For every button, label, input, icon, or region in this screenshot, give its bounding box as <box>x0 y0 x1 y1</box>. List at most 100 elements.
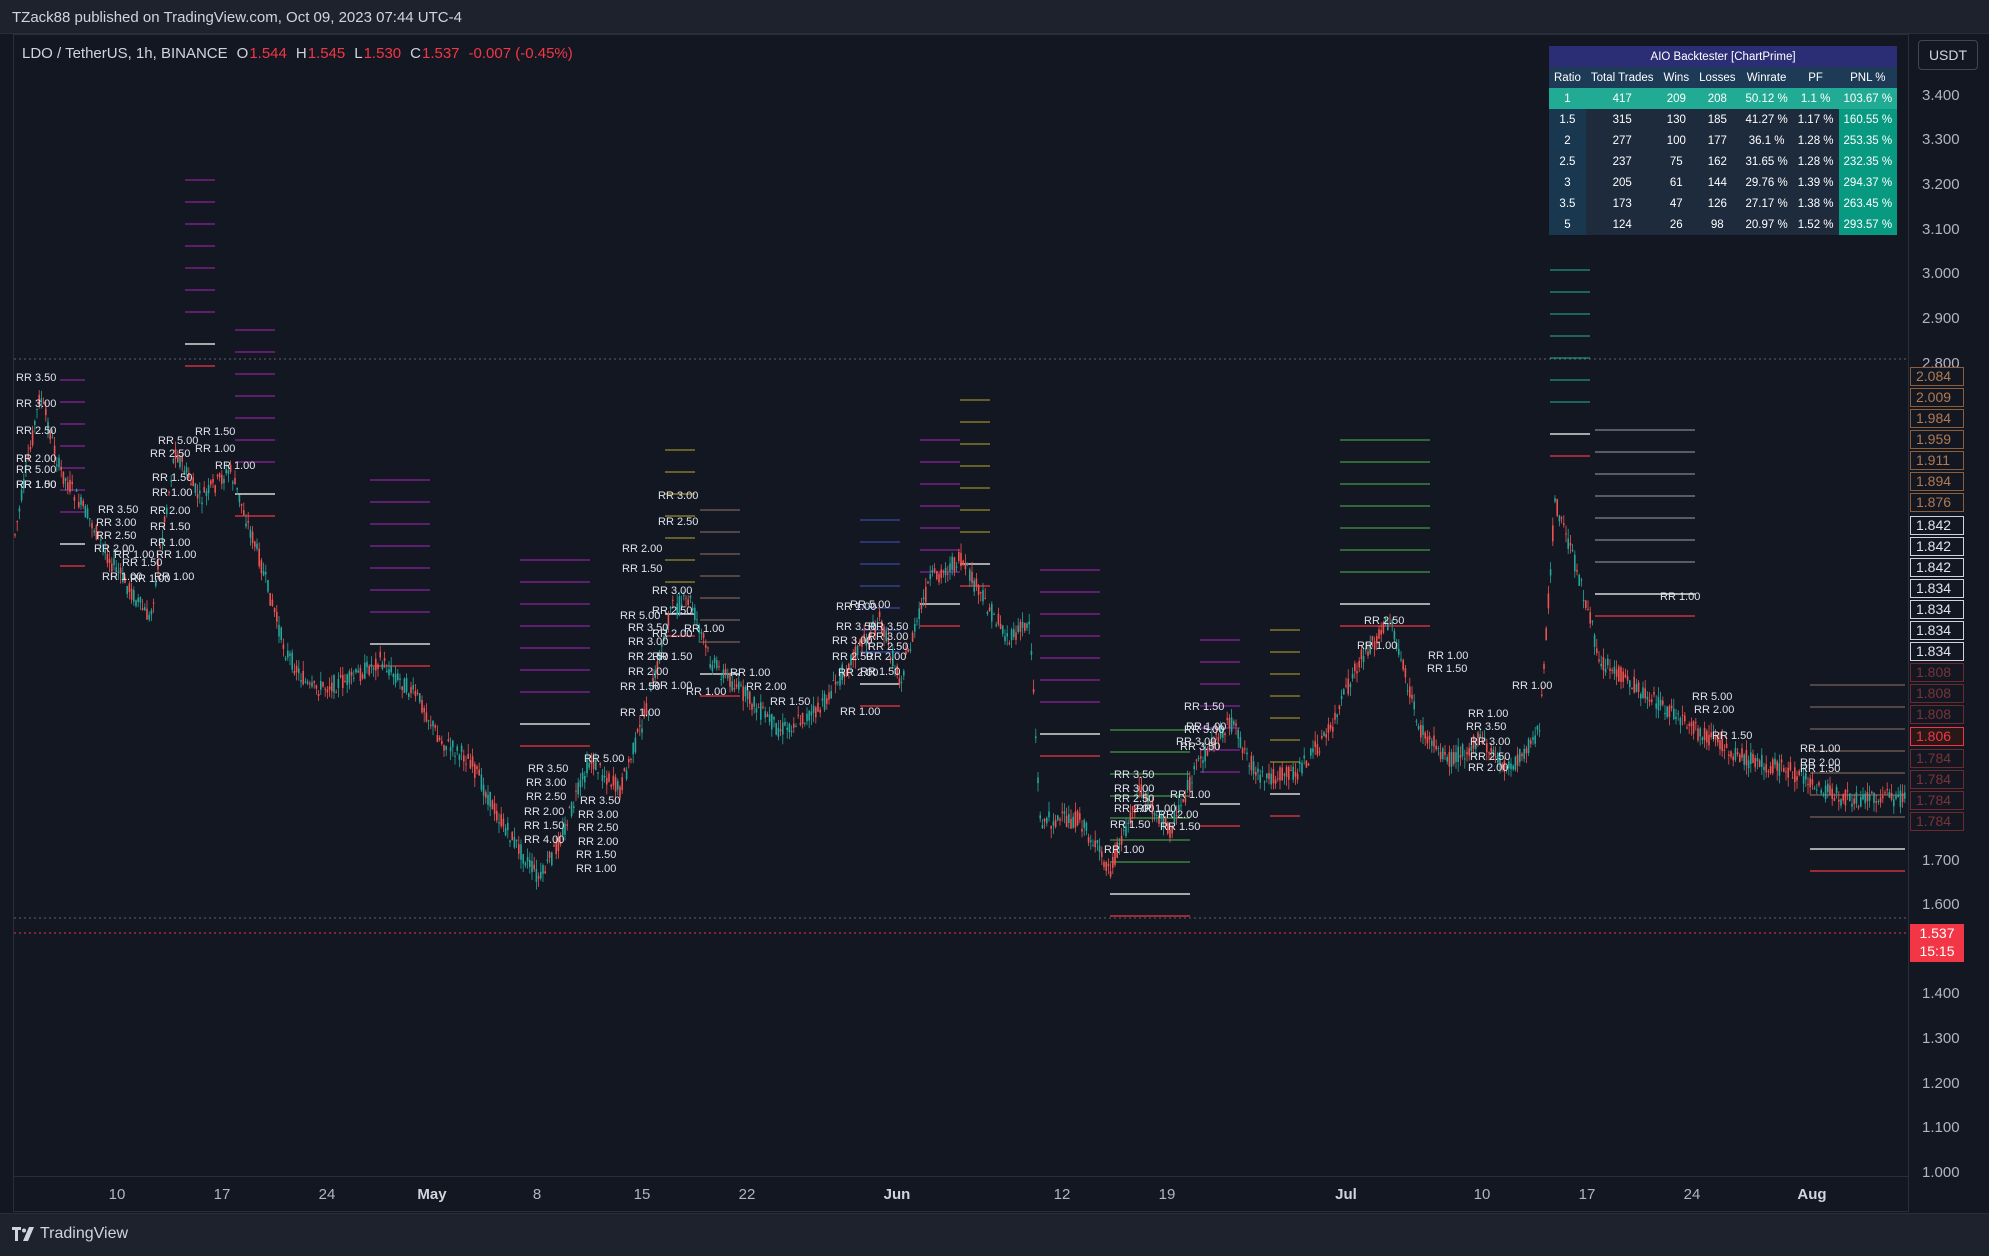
candle-body <box>731 681 733 691</box>
candle-body <box>421 699 423 713</box>
candle-body <box>1446 756 1448 762</box>
candle-body <box>1558 515 1561 522</box>
candle-body <box>1895 795 1897 799</box>
candle-body <box>1013 629 1015 637</box>
candle-body <box>146 608 148 620</box>
candle-body <box>982 590 984 602</box>
backtester-header-cell: PNL % <box>1838 67 1898 88</box>
backtester-cell: 3 <box>1549 172 1586 193</box>
candle-body <box>625 770 628 779</box>
candle-body <box>212 479 214 483</box>
candle-body <box>1024 623 1026 631</box>
candle-body <box>1675 716 1677 720</box>
tradingview-brand[interactable]: TradingView <box>12 1225 128 1243</box>
candle-body <box>812 705 815 713</box>
backtester-cell: 98 <box>1694 214 1741 235</box>
candle-body <box>1325 733 1327 738</box>
rr-label: RR 5.00 <box>1184 724 1224 736</box>
candle-body <box>1787 767 1789 778</box>
candle-body <box>960 552 962 567</box>
candle-body <box>1655 703 1657 709</box>
candle-body <box>1109 871 1112 877</box>
candle-body <box>1266 773 1268 779</box>
price-axis-label: 1.911 <box>1910 451 1964 470</box>
candle-body <box>1785 771 1787 773</box>
backtester-cell: 27.17 % <box>1740 193 1793 214</box>
price-tick: 1.000 <box>1922 1164 1960 1181</box>
candle-body <box>1338 705 1341 710</box>
candle-body <box>1884 792 1886 794</box>
candle-body <box>1833 798 1836 801</box>
change-value: -0.007 (-0.45%) <box>468 45 573 62</box>
backtester-cell: 1.28 % <box>1792 151 1839 172</box>
candle-body <box>1637 682 1640 692</box>
candle-body <box>1888 792 1891 798</box>
candle-body <box>1010 629 1013 641</box>
candle-body <box>1851 803 1853 807</box>
footer-bar: TradingView <box>0 1213 1989 1256</box>
candle-body <box>1316 744 1319 755</box>
price-tick: 1.300 <box>1922 1030 1960 1047</box>
backtester-cell: 2.5 <box>1549 151 1586 172</box>
rr-label: RR 2.50 <box>652 605 692 617</box>
candle-body <box>265 572 267 575</box>
candle-body <box>1756 757 1759 762</box>
candle-body <box>251 531 254 544</box>
candle-body <box>445 745 447 751</box>
candle-body <box>1200 756 1202 759</box>
candle-body <box>375 658 377 671</box>
candle-body <box>496 810 498 821</box>
candle-body <box>751 703 753 710</box>
candle-body <box>1624 674 1627 678</box>
candle-body <box>1657 696 1660 711</box>
candle-body <box>348 671 351 684</box>
currency-button[interactable]: USDT <box>1918 40 1978 70</box>
candle-body <box>232 481 234 484</box>
time-tick: Aug <box>1797 1186 1827 1203</box>
backtester-header-cell: Losses <box>1694 67 1741 88</box>
candle-body <box>1677 713 1679 715</box>
candle-body <box>1653 691 1655 695</box>
candle-body <box>67 482 69 490</box>
candle-body <box>612 775 615 786</box>
candle-body <box>771 713 773 730</box>
candle-body <box>1065 815 1068 827</box>
candle-body <box>1664 712 1666 715</box>
rr-label: RR 3.50 <box>1114 769 1154 781</box>
backtester-row: 3.5 173 47 126 27.17 % 1.38 % 263.45 % <box>1549 193 1898 214</box>
candle-body <box>1591 620 1594 622</box>
candle-body <box>1527 739 1530 754</box>
candle-body <box>441 740 443 745</box>
rr-label: RR 3.50 <box>580 795 620 807</box>
symbol-info[interactable]: LDO / TetherUS, 1h, BINANCE <box>22 45 228 62</box>
rr-label: RR 1.50 <box>770 696 810 708</box>
candle-body <box>1565 533 1567 535</box>
candle-body <box>1323 732 1325 737</box>
candle-body <box>293 670 296 674</box>
candle-body <box>1534 735 1536 744</box>
candle-body <box>1593 635 1596 647</box>
candle-body <box>207 484 210 494</box>
time-tick: Jul <box>1335 1186 1357 1203</box>
backtester-cell: 263.45 % <box>1838 193 1898 214</box>
candle-body <box>944 567 947 576</box>
candle-body <box>782 722 784 735</box>
candle-body <box>289 653 291 656</box>
candle-body <box>1901 793 1904 802</box>
candle-body <box>634 737 637 753</box>
candle-body <box>504 827 507 836</box>
candle-body <box>1004 636 1006 642</box>
candle-body <box>511 832 513 841</box>
candle-body <box>1611 669 1613 671</box>
backtester-cell: 1 <box>1549 88 1586 109</box>
candle-body <box>1554 498 1556 502</box>
price-tick: 1.400 <box>1922 985 1960 1002</box>
candle-body <box>524 862 527 866</box>
candle-body <box>1081 828 1083 832</box>
candle-body <box>291 652 293 670</box>
price-tick: 3.100 <box>1922 221 1960 238</box>
candle-body <box>806 713 808 722</box>
candle-body <box>1437 748 1440 750</box>
candle-body <box>1420 725 1422 738</box>
rr-label: RR 1.00 <box>156 549 196 561</box>
